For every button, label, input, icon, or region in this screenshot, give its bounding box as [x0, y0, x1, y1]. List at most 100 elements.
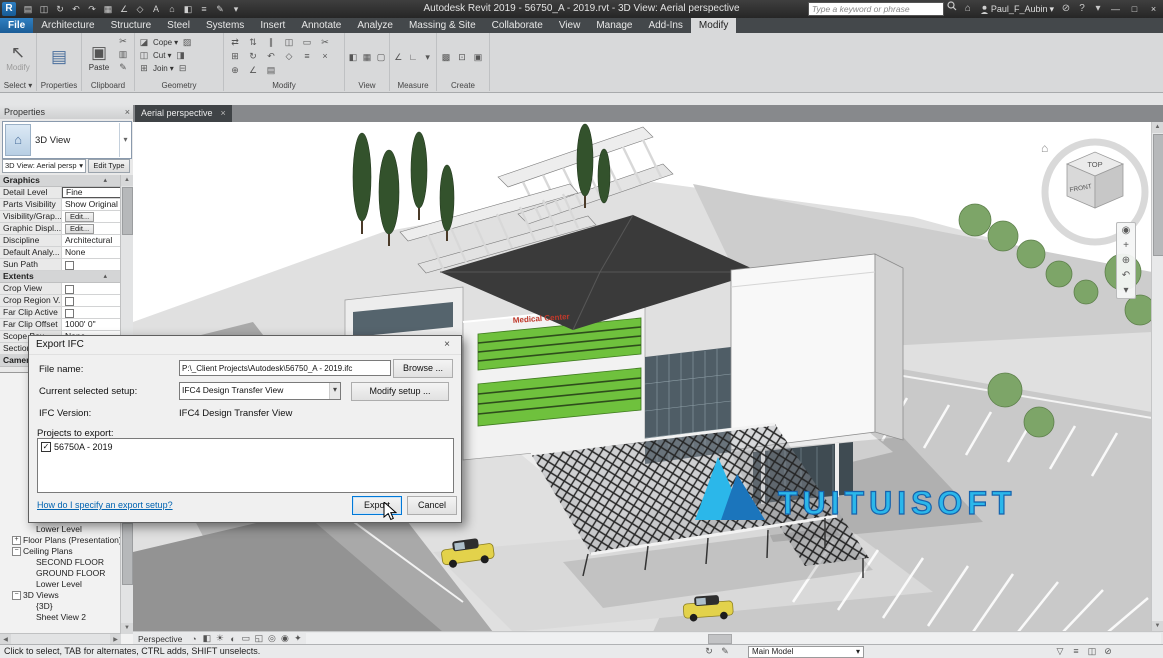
shadows-icon[interactable]: ◐ — [226, 634, 239, 644]
visual-style-icon[interactable]: ◧ — [200, 633, 213, 644]
property-row[interactable]: Graphic Displ...Edit... — [0, 223, 121, 235]
collapse-tree-icon[interactable]: − — [12, 547, 21, 556]
mirror-icon[interactable]: ∥ — [262, 35, 280, 49]
linework-icon[interactable]: ▢ — [375, 51, 387, 64]
exchange-apps-icon[interactable]: ⊘ — [1058, 0, 1074, 18]
browser-item[interactable]: −Ceiling Plans — [12, 546, 73, 557]
rotate-icon[interactable]: ↻ — [244, 49, 262, 63]
measure-dropdown-icon[interactable]: ▾ — [421, 51, 434, 64]
browse-button[interactable]: Browse ... — [393, 359, 453, 378]
maximize-button[interactable]: □ — [1125, 0, 1144, 18]
move-icon[interactable]: ◫ — [280, 35, 298, 49]
navigation-bar[interactable]: ◉ + ⊕ ↶ ▾ — [1116, 222, 1136, 299]
tab-analyze[interactable]: Analyze — [349, 18, 401, 33]
demolish-icon[interactable]: ◨ — [173, 49, 187, 62]
tab-collaborate[interactable]: Collaborate — [484, 18, 551, 33]
measure-icon[interactable]: ∠ — [116, 1, 132, 17]
locked-view-icon[interactable]: ✦ — [291, 633, 304, 644]
scroll-down-icon[interactable]: ▼ — [121, 623, 133, 634]
section-extents[interactable]: Extents▴ — [0, 271, 121, 283]
help-dropdown-icon[interactable]: ▾ — [1090, 0, 1106, 18]
tab-systems[interactable]: Systems — [198, 18, 252, 33]
paint-icon[interactable]: ▨ — [180, 36, 194, 49]
property-row[interactable]: DisciplineArchitectural — [0, 235, 121, 247]
canvas-hscrollbar[interactable] — [306, 633, 1161, 644]
modify-tool-button[interactable]: ↖ Modify — [3, 35, 33, 79]
measure-tool-icon[interactable]: ∠ — [244, 63, 262, 77]
canvas-vscrollbar[interactable]: ▲ ▼ — [1151, 122, 1163, 632]
app-logo[interactable]: R — [2, 2, 16, 16]
trim-icon[interactable]: ≡ — [298, 49, 316, 63]
copy-icon[interactable]: ▭ — [298, 35, 316, 49]
browser-item[interactable]: Lower Level — [36, 579, 82, 590]
override-graphics-icon[interactable]: ▦ — [361, 51, 373, 64]
browser-item[interactable]: −3D Views — [12, 590, 59, 601]
browser-item[interactable]: +Floor Plans (Presentation) — [12, 535, 122, 546]
unpin-icon[interactable]: ▤ — [262, 63, 280, 77]
export-setup-help-link[interactable]: How do I specify an export setup? — [37, 500, 173, 510]
hide-elements-icon[interactable]: ◧ — [347, 51, 359, 64]
thin-lines-icon[interactable]: ≡ — [196, 1, 212, 17]
reveal-hidden-icon[interactable]: ◉ — [278, 633, 291, 644]
crop-view-icon[interactable]: ▭ — [239, 633, 252, 644]
default-3d-view-icon[interactable]: ⌂ — [164, 1, 180, 17]
tab-insert[interactable]: Insert — [252, 18, 293, 33]
tab-modify[interactable]: Modify — [691, 18, 736, 33]
edit-type-button[interactable]: Edit Type — [88, 159, 130, 173]
panel-label-select[interactable]: Select — [4, 81, 26, 90]
steering-wheel-icon[interactable]: ◉ — [1117, 223, 1135, 238]
section-icon[interactable]: ◧ — [180, 1, 196, 17]
tag-icon[interactable]: ◇ — [132, 1, 148, 17]
search-icon[interactable] — [944, 0, 960, 18]
search-input[interactable] — [808, 2, 944, 16]
cut-button[interactable]: ◫ Cut ▾ ◨ — [137, 49, 187, 62]
match-type-icon[interactable]: ✎ — [116, 61, 130, 74]
view-tab-close-icon[interactable]: × — [221, 105, 226, 122]
redo-icon[interactable]: ↷ — [84, 1, 100, 17]
property-row[interactable]: Detail LevelFine — [0, 187, 121, 199]
property-row[interactable]: Sun Path — [0, 259, 121, 271]
tab-file[interactable]: File — [0, 18, 33, 33]
sync-icon[interactable]: ↻ — [52, 1, 68, 17]
array-icon[interactable]: ⊞ — [226, 49, 244, 63]
pin-icon[interactable]: ⊕ — [226, 63, 244, 77]
far-clip-checkbox[interactable] — [65, 309, 74, 318]
collapse-tree-icon[interactable]: − — [12, 591, 21, 600]
editing-requests-icon[interactable]: ✎ — [718, 645, 732, 658]
modify-setup-button[interactable]: Modify setup ... — [351, 382, 449, 401]
browser-item[interactable]: Lower Level — [36, 524, 82, 535]
exclude-options-icon[interactable]: ⊘ — [1101, 645, 1115, 658]
print-icon[interactable]: ▦ — [100, 1, 116, 17]
type-selector-dropdown-icon[interactable]: ▾ — [119, 123, 131, 157]
minimize-button[interactable]: — — [1106, 0, 1125, 18]
worksharing-icon[interactable]: ↻ — [702, 645, 716, 658]
split-icon[interactable]: ✂ — [316, 35, 334, 49]
crop-region-icon[interactable]: ◱ — [252, 633, 265, 644]
copy-to-clipboard-icon[interactable]: ▥ — [116, 48, 130, 61]
property-row[interactable]: Crop View — [0, 283, 121, 295]
tab-view[interactable]: View — [551, 18, 589, 33]
rewind-icon[interactable]: ↶ — [1117, 268, 1135, 283]
edit-button[interactable]: Edit... — [65, 224, 94, 234]
markup-icon[interactable]: ✎ — [212, 1, 228, 17]
properties-close-icon[interactable]: × — [125, 105, 130, 119]
create-assembly-icon[interactable]: ▣ — [471, 51, 485, 64]
design-options-selector[interactable]: Main Model ▾ — [748, 646, 864, 658]
detail-level-icon[interactable]: ◔ — [187, 634, 200, 644]
view-tab-aerial-perspective[interactable]: Aerial perspective × — [135, 105, 232, 122]
browser-item[interactable]: GROUND FLOOR — [36, 568, 105, 579]
section-graphics[interactable]: Graphics▴ — [0, 175, 121, 187]
zoom-icon[interactable]: ⊕ — [1117, 253, 1135, 268]
perspective-label[interactable]: Perspective — [133, 634, 187, 644]
paste-button[interactable]: ▣ Paste — [84, 35, 114, 79]
crop-view-checkbox[interactable] — [65, 285, 74, 294]
delete-icon[interactable]: × — [316, 49, 334, 63]
scale-icon[interactable]: ◇ — [280, 49, 298, 63]
viewcube-top-label[interactable]: TOP — [1087, 160, 1102, 169]
file-name-input[interactable] — [179, 360, 391, 376]
undo-icon[interactable]: ↶ — [68, 1, 84, 17]
align-icon[interactable]: ⇄ — [226, 35, 244, 49]
tab-architecture[interactable]: Architecture — [33, 18, 102, 33]
browser-item[interactable]: {3D} — [36, 601, 53, 612]
cancel-button[interactable]: Cancel — [407, 496, 457, 515]
